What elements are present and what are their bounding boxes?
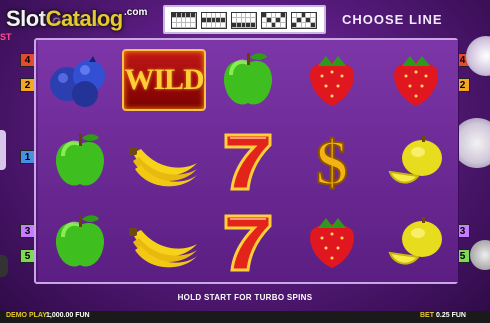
green-apple-symbol [38,121,122,201]
watermark-part1: Slot [6,6,46,31]
line-pattern-1[interactable] [171,12,197,29]
lemon-symbol [374,202,458,282]
reel-3 [206,40,291,282]
green-apple-symbol [206,40,290,120]
dollar-symbol: $ [290,121,374,201]
wild-label: WILD [124,63,204,96]
reel-1 [38,40,123,282]
bet-value: 0.25 FUN [436,312,466,319]
watermark-logo: SlotCatalog [6,6,123,32]
left-menu-tab[interactable] [0,255,8,277]
svg-text:$: $ [316,127,348,196]
left-side-tab[interactable] [0,130,6,170]
seven-symbol [206,202,290,282]
line-marker-left-5: 5 [20,249,35,263]
line-marker-left-1: 1 [20,150,35,164]
top-bar: ORIGIN SlotCatalog .com ST CHOOSE LINE [0,0,490,42]
footer: HOLD START FOR TURBO SPINS DEMO PLAY : 1… [0,289,490,323]
watermark-tag: ST [0,32,12,42]
reels-frame: WILD $ [34,38,459,284]
watermark-domain: .com [124,7,148,18]
strawberry-symbol [374,40,458,120]
status-bar: DEMO PLAY : 1,000.00 FUN BET : 0.25 FUN [0,311,490,323]
reel-5 [374,40,459,282]
line-pattern-3[interactable] [231,12,257,29]
strawberry-symbol [290,202,374,282]
blueberries-symbol [38,40,122,120]
line-pattern-5[interactable] [291,12,317,29]
line-pattern-2[interactable] [201,12,227,29]
line-marker-left-4: 4 [20,53,35,67]
banana-symbol [122,202,206,282]
line-marker-left-2: 2 [20,78,35,92]
wild-symbol: WILD [122,40,206,120]
reel-2: WILD [122,40,207,282]
banana-symbol [122,121,206,201]
watermark-part2: Catalog [45,6,124,31]
seven-symbol [206,121,290,201]
lemon-symbol [374,121,458,201]
choose-line-button[interactable]: CHOOSE LINE [342,12,443,27]
green-apple-symbol [38,202,122,282]
demo-play-balance: 1,000.00 FUN [46,312,90,319]
line-pattern-4[interactable] [261,12,287,29]
line-patterns-panel[interactable] [163,5,326,34]
turbo-spins-hint: HOLD START FOR TURBO SPINS [177,293,313,302]
line-marker-left-3: 3 [20,224,35,238]
demo-play-label: DEMO PLAY : [6,312,52,319]
strawberry-symbol [290,40,374,120]
reel-4: $ [290,40,375,282]
